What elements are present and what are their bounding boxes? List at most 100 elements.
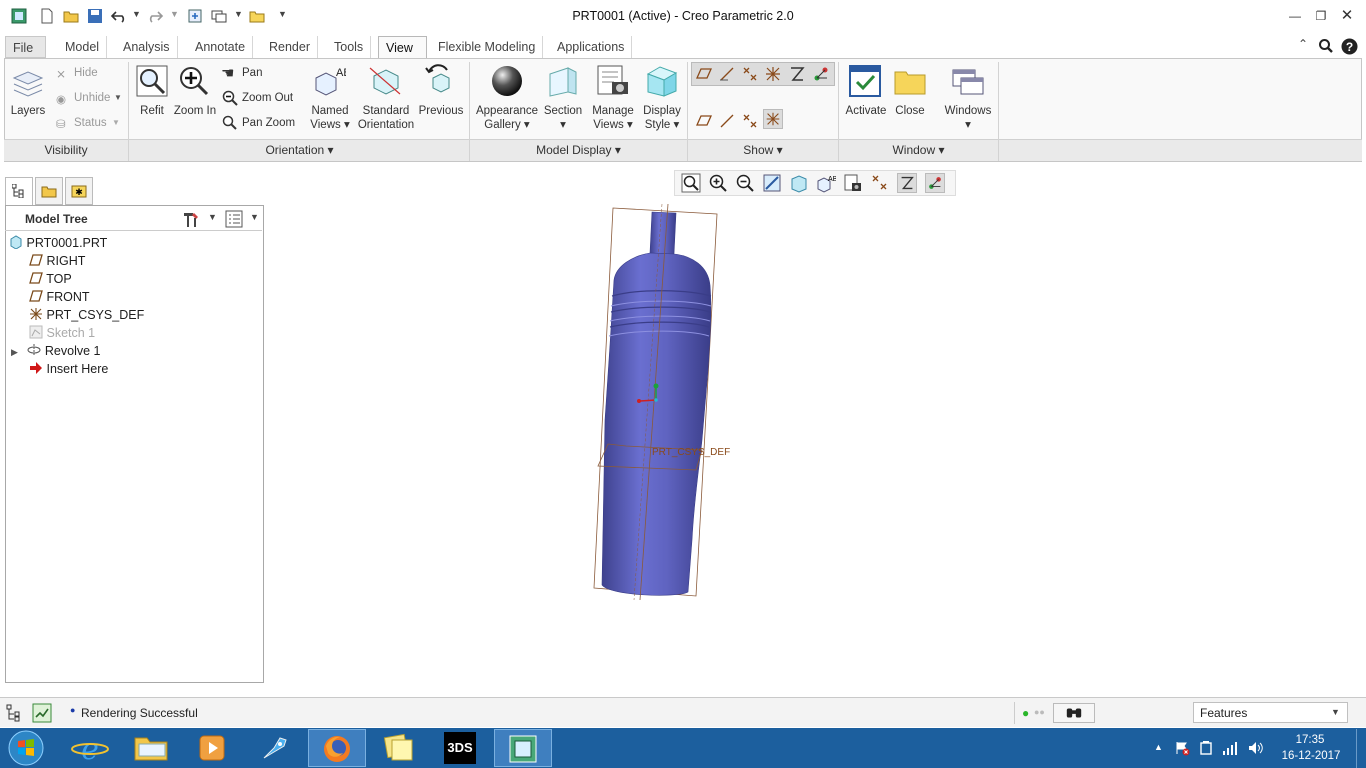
annotation-display-icon[interactable]: [897, 173, 917, 193]
zoom-out-button[interactable]: Zoom Out: [242, 92, 293, 104]
hide-button[interactable]: Hide: [74, 67, 98, 79]
volume-icon[interactable]: [1247, 740, 1265, 756]
refit-icon[interactable]: [135, 64, 169, 98]
3ds-app-icon[interactable]: 3DS: [432, 730, 488, 766]
saved-orientations-icon[interactable]: AB: [816, 173, 836, 193]
tree-item-insert-here[interactable]: Insert Here: [29, 360, 108, 378]
selection-filter-select[interactable]: Features ▼: [1193, 702, 1348, 723]
tab-model-tree[interactable]: [5, 177, 33, 205]
standard-orientation-button[interactable]: Standard Orientation: [355, 104, 417, 132]
point-display-icon[interactable]: [740, 64, 760, 84]
tab-favorites[interactable]: ✱: [65, 177, 93, 205]
repaint-icon[interactable]: [762, 173, 782, 193]
manage-views-icon[interactable]: [596, 64, 630, 98]
tree-settings-dropdown-icon[interactable]: ▼: [208, 212, 217, 222]
creo-taskbar-button[interactable]: [494, 729, 552, 767]
section-button[interactable]: Section ▾: [541, 104, 585, 132]
spin-center-icon[interactable]: [925, 173, 945, 193]
tree-item-revolve[interactable]: ▶ Revolve 1: [11, 342, 100, 360]
spin-center-icon[interactable]: [811, 64, 831, 84]
group-orientation-label[interactable]: Orientation ▾: [130, 143, 469, 157]
close-window-button[interactable]: Close: [890, 104, 930, 118]
tab-tools[interactable]: Tools: [327, 36, 372, 58]
find-icon[interactable]: [1053, 703, 1095, 723]
search-icon[interactable]: [1318, 38, 1334, 54]
point-display-icon[interactable]: [870, 173, 890, 193]
tab-file[interactable]: File ▾: [5, 36, 46, 77]
csys-display-icon[interactable]: [763, 64, 783, 84]
named-views-button[interactable]: Named Views ▾: [305, 104, 355, 132]
standard-orientation-icon[interactable]: [368, 64, 402, 98]
firefox-taskbar-button[interactable]: [308, 729, 366, 767]
previous-button[interactable]: Previous: [417, 104, 465, 118]
help-icon[interactable]: ?: [1341, 38, 1358, 55]
axis-tag-display-icon[interactable]: [717, 111, 737, 131]
graphics-area-model[interactable]: PRT_CSYS_DEF: [570, 200, 770, 610]
tab-applications[interactable]: Applications: [550, 36, 633, 58]
internet-explorer-icon[interactable]: e: [62, 730, 118, 766]
tree-columns-icon[interactable]: [225, 210, 243, 228]
file-explorer-icon[interactable]: [123, 730, 179, 766]
tree-item-part[interactable]: PRT0001.PRT: [9, 234, 107, 252]
clock-date[interactable]: 16-12-2017: [1276, 750, 1346, 762]
tree-item-csys[interactable]: PRT_CSYS_DEF: [29, 306, 144, 324]
group-show-label[interactable]: Show ▾: [688, 143, 838, 157]
activate-window-icon[interactable]: [848, 64, 882, 98]
navigator-toggle-icon[interactable]: [6, 704, 24, 722]
browser-toggle-icon[interactable]: [32, 703, 52, 723]
refit-icon[interactable]: [681, 173, 701, 193]
media-player-icon[interactable]: [184, 730, 240, 766]
status-button[interactable]: Status: [74, 117, 107, 129]
appearance-gallery-icon[interactable]: [490, 64, 524, 98]
tab-analysis[interactable]: Analysis: [116, 36, 178, 58]
tab-render[interactable]: Render: [262, 36, 318, 58]
tree-settings-icon[interactable]: [181, 209, 201, 229]
windows-icon[interactable]: [951, 64, 985, 98]
pan-button[interactable]: Pan: [242, 67, 262, 79]
tab-flexible-modeling[interactable]: Flexible Modeling: [431, 36, 544, 58]
refit-button[interactable]: Refit: [133, 104, 171, 118]
tree-columns-dropdown-icon[interactable]: ▼: [250, 212, 259, 222]
sticky-notes-icon[interactable]: [370, 730, 426, 766]
named-views-icon[interactable]: AB: [312, 64, 346, 98]
display-style-button[interactable]: Display Style ▾: [639, 104, 685, 132]
tab-model[interactable]: Model: [58, 36, 108, 58]
tree-item-top[interactable]: TOP: [29, 270, 72, 288]
group-window-label[interactable]: Window ▾: [839, 143, 998, 157]
show-desktop-button[interactable]: [1356, 729, 1366, 768]
layers-icon[interactable]: [11, 66, 45, 100]
appearance-gallery-button[interactable]: Appearance Gallery ▾: [475, 104, 539, 132]
zoom-in-icon[interactable]: [708, 173, 728, 193]
windows-start-icon[interactable]: [6, 729, 46, 767]
power-icon[interactable]: [1198, 740, 1214, 756]
group-model-display-label[interactable]: Model Display ▾: [470, 143, 687, 157]
minimize-ribbon-icon[interactable]: ⌃: [1298, 37, 1308, 51]
close-button[interactable]: ✕: [1337, 6, 1357, 26]
network-icon[interactable]: [1222, 740, 1240, 756]
restore-button[interactable]: ❐: [1311, 6, 1331, 26]
tab-folder-browser[interactable]: [35, 177, 63, 205]
plane-tag-display-icon[interactable]: [694, 111, 714, 131]
windows-button[interactable]: Windows ▾: [940, 104, 996, 132]
axis-display-icon[interactable]: [717, 64, 737, 84]
previous-view-icon[interactable]: [423, 64, 457, 98]
tree-item-front[interactable]: FRONT: [29, 288, 90, 306]
close-window-icon[interactable]: [893, 64, 927, 98]
tree-item-sketch[interactable]: Sketch 1: [29, 324, 95, 342]
unhide-dropdown-icon[interactable]: ▼: [114, 93, 122, 102]
zoom-in-button[interactable]: Zoom In: [172, 104, 218, 118]
plane-display-icon[interactable]: [694, 64, 714, 84]
point-tag-display-icon[interactable]: [740, 111, 760, 131]
annotation-display-icon[interactable]: [787, 64, 807, 84]
zoom-in-icon[interactable]: [177, 64, 211, 98]
expand-arrow-icon[interactable]: ▶: [11, 347, 18, 357]
show-hidden-icons[interactable]: ▲: [1154, 742, 1163, 752]
manage-views-button[interactable]: Manage Views ▾: [587, 104, 639, 132]
pan-zoom-button[interactable]: Pan Zoom: [242, 117, 295, 129]
csys-tag-display-icon[interactable]: [763, 109, 783, 129]
view-manager-icon[interactable]: [843, 173, 863, 193]
status-dropdown-icon[interactable]: ▼: [112, 118, 120, 127]
section-icon[interactable]: [546, 64, 580, 98]
display-style-icon[interactable]: [645, 64, 679, 98]
tab-view[interactable]: View: [378, 36, 427, 59]
